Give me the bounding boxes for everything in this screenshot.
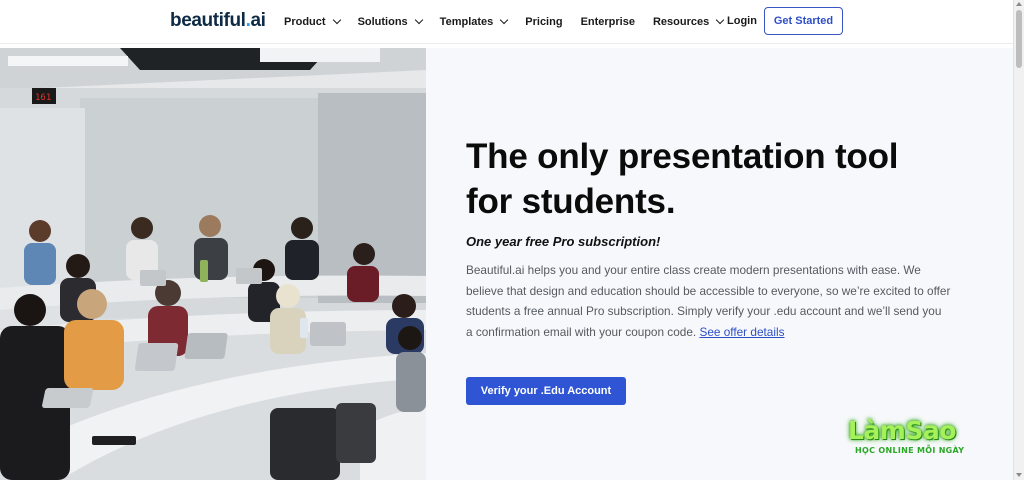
nav-enterprise-label: Enterprise <box>580 16 635 28</box>
scrollbar-thumb[interactable] <box>1016 10 1022 68</box>
hero-description: Beautiful.ai helps you and your entire c… <box>466 260 951 342</box>
logo-suffix: ai <box>250 10 266 31</box>
lamsao-watermark: LàmSao HỌC ONLINE MỖI NGÀY <box>840 416 980 462</box>
nav-solutions-label: Solutions <box>357 16 408 28</box>
scroll-down-arrow-icon[interactable] <box>1016 473 1022 477</box>
classroom-illustration: 161 <box>0 48 426 480</box>
chevron-down-icon <box>332 15 341 25</box>
classroom-photo: 161 <box>0 48 426 480</box>
nav-product[interactable]: Product <box>284 15 341 28</box>
nav-pricing[interactable]: Pricing <box>525 16 562 28</box>
chevron-down-icon <box>414 15 423 25</box>
site-header: beautiful.ai Product Solutions Templates… <box>0 0 1013 44</box>
watermark-subtitle: HỌC ONLINE MỖI NGÀY <box>855 446 965 455</box>
headline-line-1: The only presentation tool <box>466 137 899 176</box>
hero-subheading: One year free Pro subscription! <box>466 234 661 249</box>
nav-pricing-label: Pricing <box>525 16 563 28</box>
chevron-down-icon <box>500 15 509 25</box>
main-nav: Product Solutions Templates Pricing Ente… <box>284 0 741 44</box>
nav-templates-label: Templates <box>439 16 494 28</box>
watermark-title: LàmSao <box>848 416 956 445</box>
nav-enterprise[interactable]: Enterprise <box>581 16 635 28</box>
logo-text: beautiful <box>170 10 246 31</box>
page-scrollbar[interactable] <box>1013 0 1024 480</box>
beautiful-ai-logo[interactable]: beautiful.ai <box>170 10 266 32</box>
login-link[interactable]: Login <box>727 15 757 27</box>
nav-solutions[interactable]: Solutions <box>357 15 423 28</box>
see-offer-details-link[interactable]: See offer details <box>699 325 784 339</box>
nav-templates[interactable]: Templates <box>439 15 509 28</box>
verify-edu-account-button[interactable]: Verify your .Edu Account <box>466 377 626 405</box>
scroll-up-arrow-icon[interactable] <box>1016 2 1022 6</box>
hero-headline: The only presentation tool for students. <box>466 134 966 224</box>
chevron-down-icon <box>716 15 725 25</box>
get-started-button[interactable]: Get Started <box>764 7 843 35</box>
room-sign-text: 161 <box>35 93 51 103</box>
headline-line-2: for students. <box>466 182 676 221</box>
nav-resources-label: Resources <box>652 16 710 28</box>
nav-resources[interactable]: Resources <box>652 15 725 28</box>
nav-product-label: Product <box>284 16 326 28</box>
